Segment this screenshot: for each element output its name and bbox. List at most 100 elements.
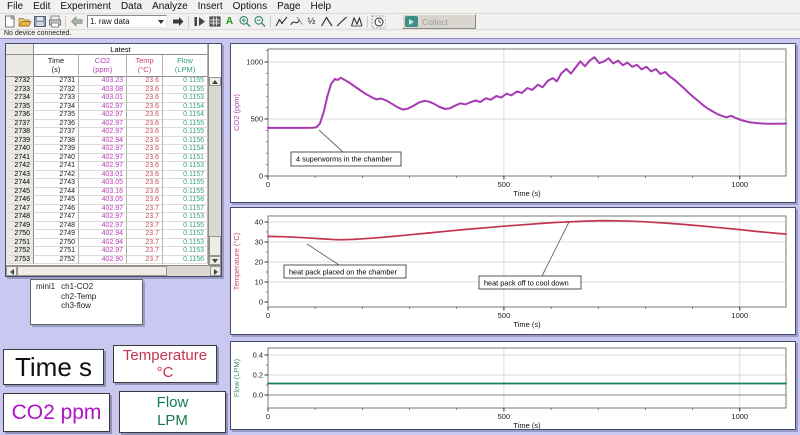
svg-text:500: 500 [498,311,511,320]
menu-item-help[interactable]: Help [305,1,336,12]
data-table-panel[interactable]: LatestTime(s)CO2(ppm)Temp(°C)Flow(LPM)27… [5,43,222,277]
svg-text:500: 500 [250,115,263,124]
table-row[interactable]: 27492748402.9723.70.1155 [6,222,208,231]
page-area: LatestTime(s)CO2(ppm)Temp(°C)Flow(LPM)27… [0,39,800,435]
channel-2-label: ch2-Temp [61,292,96,302]
data-collection-clock-icon[interactable] [371,15,386,29]
flow-label-box[interactable]: FlowLPM [119,391,226,433]
vertical-scroll-thumb[interactable] [209,236,221,256]
table-row[interactable]: 27472746402.9723.70.1157 [6,205,208,214]
svg-text:0: 0 [266,180,270,189]
open-folder-icon[interactable] [17,15,32,29]
menu-item-options[interactable]: Options [228,1,272,12]
table-row[interactable]: 27382737402.9723.60.1155 [6,128,208,137]
table-row[interactable]: 27332732403.0823.60.1155 [6,86,208,95]
menu-item-page[interactable]: Page [272,1,305,12]
column-header-flow[interactable]: Flow(LPM) [163,55,208,77]
device-name: mini1 [36,282,55,324]
table-row[interactable]: 27412740402.9723.60.1151 [6,154,208,163]
svg-text:0: 0 [266,412,270,421]
integral-icon[interactable] [349,15,364,29]
svg-text:1000: 1000 [731,180,748,189]
tangent-icon[interactable] [289,15,304,29]
svg-text:500: 500 [498,180,511,189]
svg-text:0.0: 0.0 [253,391,263,400]
scroll-down-button[interactable] [209,256,221,265]
table-row[interactable]: 27372736402.9723.60.1155 [6,120,208,129]
svg-text:0.2: 0.2 [253,371,263,380]
new-document-icon[interactable] [2,15,17,29]
svg-text:heat pack off to cool down: heat pack off to cool down [484,279,569,288]
column-header-time[interactable]: Time(s) [34,55,79,77]
column-header-co2[interactable]: CO2(ppm) [79,55,127,77]
text-annotation-icon[interactable]: A [222,15,237,29]
menu-item-edit[interactable]: Edit [28,1,55,12]
data-table-icon[interactable] [207,15,222,29]
forward-arrow-icon[interactable] [170,15,185,29]
menu-item-analyze[interactable]: Analyze [147,1,193,12]
temperature-xaxis-label: Time (s) [513,320,541,329]
table-vertical-scrollbar[interactable] [208,77,221,265]
table-row[interactable]: 27462745403.0523.60.1158 [6,196,208,205]
dataset-selector[interactable]: 1. raw data [87,15,167,28]
dataset-selector-value: 1. raw data [90,17,158,26]
horizontal-scroll-thumb[interactable] [17,266,167,276]
co2-label-box[interactable]: CO2 ppm [3,393,110,432]
table-row[interactable]: 27402739402.9723.60.1154 [6,145,208,154]
scroll-up-button[interactable] [209,77,221,86]
co2-chart: 0500100005001000Time (s)CO2 (ppm)4 super… [231,44,796,203]
table-row[interactable]: 27342733403.0123.60.1153 [6,94,208,103]
table-row[interactable]: 27452744403.1623.60.1155 [6,188,208,197]
svg-text:1000: 1000 [246,58,263,67]
logger-pro-window: FileEditExperimentDataAnalyzeInsertOptio… [0,0,800,435]
table-row[interactable]: 27422741402.9723.60.1153 [6,162,208,171]
co2-graph-panel[interactable]: 0500100005001000Time (s)CO2 (ppm)4 super… [230,43,796,203]
play-icon [405,16,418,27]
curve-fit-icon[interactable] [319,15,334,29]
print-icon[interactable] [47,15,62,29]
co2-yaxis-label: CO2 (ppm) [232,93,241,131]
device-channels-box[interactable]: mini1 ch1-CO2 ch2-Temp ch3-flow [30,279,143,325]
menu-item-experiment[interactable]: Experiment [55,1,116,12]
table-row[interactable]: 27432742403.0123.60.1157 [6,171,208,180]
statistics-icon[interactable]: ½ [304,15,319,29]
table-row[interactable]: 27512750402.9423.70.1153 [6,239,208,248]
table-row[interactable]: 27322731403.2323.60.1155 [6,77,208,86]
save-icon[interactable] [32,15,47,29]
zoom-in-icon[interactable] [237,15,252,29]
flow-chart: 050010000.00.20.4Time (s)Flow (LPM) [231,342,796,430]
table-row[interactable]: 27482747402.9723.70.1153 [6,213,208,222]
menu-item-insert[interactable]: Insert [193,1,228,12]
table-group-header: Latest [34,44,208,55]
svg-text:10: 10 [255,278,263,287]
linear-fit-icon[interactable] [334,15,349,29]
table-row[interactable]: 27362735402.9723.60.1154 [6,111,208,120]
data-table: LatestTime(s)CO2(ppm)Temp(°C)Flow(LPM)27… [6,44,208,264]
page-navigation-icon[interactable] [192,15,207,29]
table-row[interactable]: 27392738402.9423.60.1156 [6,137,208,146]
temperature-yaxis-label: Temperature (°C) [232,232,241,290]
back-arrow-icon[interactable] [69,15,84,29]
zoom-out-icon[interactable] [252,15,267,29]
scroll-left-button[interactable] [6,266,17,276]
flow-yaxis-label: Flow (LPM) [232,358,241,397]
svg-text:500: 500 [498,412,511,421]
temperature-label-box[interactable]: Temperature°C [113,345,217,383]
examine-icon[interactable] [274,15,289,29]
scroll-right-button[interactable] [210,266,221,276]
temperature-graph-panel[interactable]: 05001000010203040Time (s)Temperature (°C… [230,207,796,335]
table-row[interactable]: 27442743403.0523.60.1155 [6,179,208,188]
svg-text:1000: 1000 [731,311,748,320]
collect-button[interactable]: Collect [402,14,476,29]
menu-item-data[interactable]: Data [116,1,147,12]
time-label-box[interactable]: Time s [3,349,104,385]
table-row[interactable]: 27502749402.9423.70.1152 [6,230,208,239]
table-horizontal-scrollbar[interactable] [6,265,221,276]
flow-graph-panel[interactable]: 050010000.00.20.4Time (s)Flow (LPM) [230,341,796,430]
column-header-temp[interactable]: Temp(°C) [127,55,163,77]
table-row[interactable]: 27532752402.9023.70.1156 [6,256,208,265]
toolbar: 1. raw data A ½ [0,14,800,30]
table-row[interactable]: 27522751402.9723.70.1153 [6,247,208,256]
menu-item-file[interactable]: File [2,1,28,12]
table-row[interactable]: 27352734402.9723.60.1154 [6,103,208,112]
